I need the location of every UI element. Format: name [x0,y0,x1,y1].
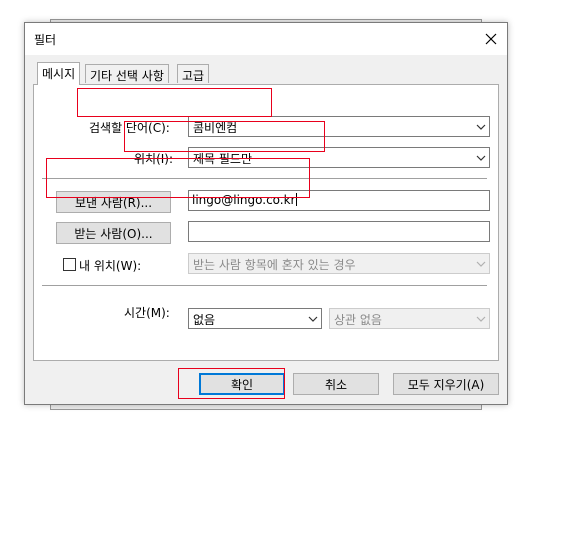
time-range-dropdown-arrow[interactable] [472,309,489,328]
location-highlight [124,121,325,152]
time-combobox[interactable]: 없음 [188,308,322,329]
dialog-title: 필터 [34,33,57,47]
chevron-down-icon [476,261,485,267]
where-i-am-dropdown-arrow[interactable] [472,254,489,273]
where-i-am-label: 내 위치(W): [79,259,142,273]
time-value: 없음 [193,313,216,327]
chevron-down-icon [308,316,317,322]
where-i-am-value: 받는 사람 항목에 혼자 있는 경우 [193,258,356,272]
chevron-down-icon [476,316,485,322]
tab-advanced[interactable]: 고급 [177,64,210,83]
time-label: 시간(M): [124,306,170,320]
from-highlight [46,158,310,198]
search-word-dropdown-arrow[interactable] [472,117,489,136]
ok-button-highlight [178,368,285,399]
separator [42,285,487,286]
close-button[interactable] [475,23,507,55]
cancel-button[interactable]: 취소 [293,373,379,395]
search-word-highlight [77,88,272,117]
close-icon [485,33,497,45]
to-button[interactable]: 받는 사람(O)... [56,222,171,244]
location-dropdown-arrow[interactable] [472,148,489,167]
time-range-value: 상관 없음 [334,313,382,327]
tab-other-options[interactable]: 기타 선택 사항 [85,64,169,83]
title-bar: 필터 [25,23,507,55]
where-i-am-combobox[interactable]: 받는 사람 항목에 혼자 있는 경우 [188,253,490,274]
where-i-am-checkbox[interactable] [63,258,76,271]
filter-dialog: 필터 메시지 기타 선택 사항 고급 검색할 단어(C): 콤비엔컴 위치(I)… [24,22,508,405]
clear-all-button[interactable]: 모두 지우기(A) [393,373,499,395]
chevron-down-icon [476,124,485,130]
to-field[interactable] [188,221,490,242]
time-range-combobox[interactable]: 상관 없음 [329,308,490,329]
chevron-down-icon [476,155,485,161]
time-dropdown-arrow[interactable] [304,309,321,328]
tab-message[interactable]: 메시지 [37,62,81,85]
